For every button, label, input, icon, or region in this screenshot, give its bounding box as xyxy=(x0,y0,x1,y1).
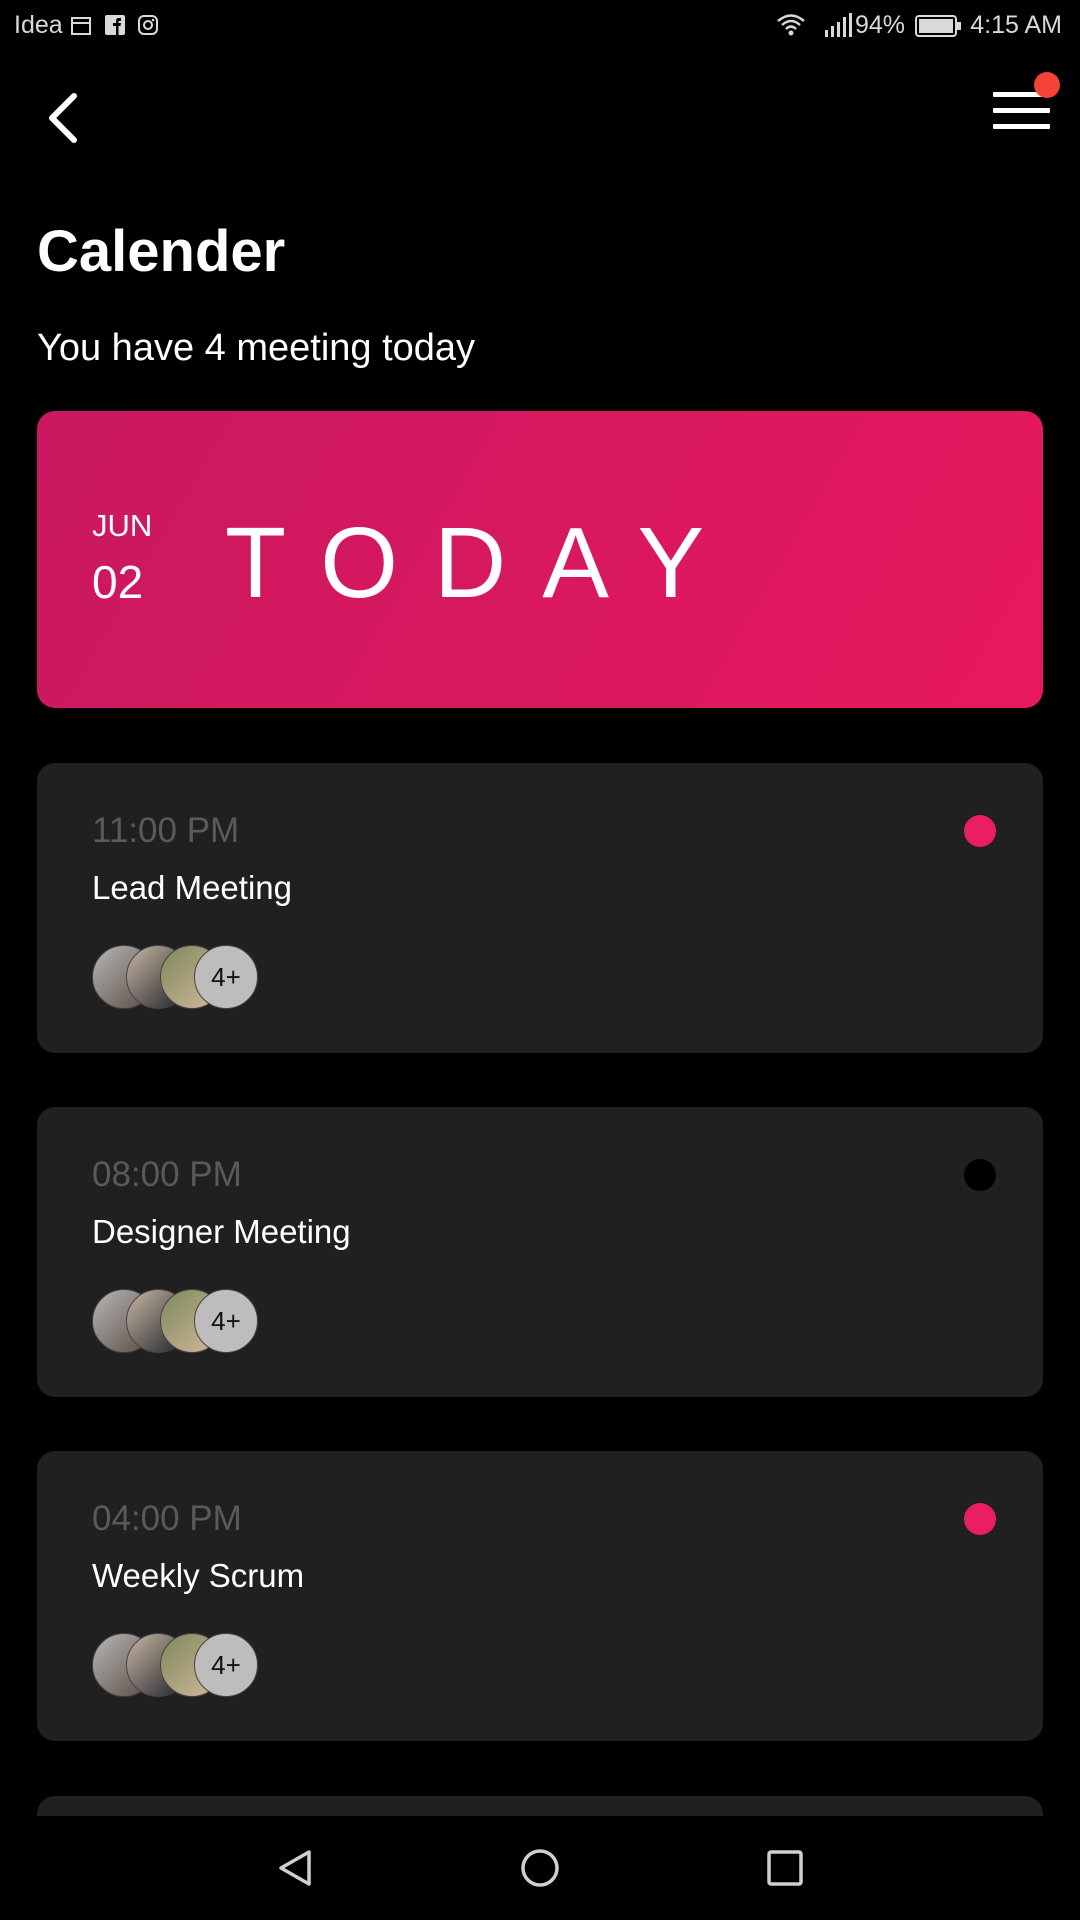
today-day: 02 xyxy=(92,556,144,608)
notification-badge xyxy=(1034,72,1060,98)
instagram-icon xyxy=(138,15,158,35)
back-arrow-icon xyxy=(49,93,77,143)
today-label: TODAY xyxy=(225,507,741,619)
meeting-title: Lead Meeting xyxy=(92,869,292,906)
meeting-status-dot xyxy=(964,1159,996,1191)
system-home-button[interactable] xyxy=(510,1838,570,1898)
battery-percentage: 94% xyxy=(855,11,906,39)
meeting-time: 04:00 PM xyxy=(92,1499,242,1538)
meeting-card[interactable]: 08:00 PM Designer Meeting 4+ xyxy=(37,1107,1043,1397)
meeting-count-subtitle: You have 4 meeting today xyxy=(37,327,476,369)
calendar-notification-icon xyxy=(71,17,91,35)
meeting-card[interactable]: 11:00 PM Lead Meeting 4+ xyxy=(37,763,1043,1053)
meeting-title: Weekly Scrum xyxy=(92,1557,305,1594)
meeting-card[interactable]: 04:00 PM Weekly Scrum 4+ xyxy=(37,1451,1043,1741)
system-recents-button[interactable] xyxy=(755,1838,815,1898)
meeting-status-dot xyxy=(964,1503,996,1535)
attendee-avatars[interactable]: 4+ xyxy=(92,1633,262,1697)
meeting-card-partial[interactable] xyxy=(37,1796,1043,1816)
more-attendees-badge: 4+ xyxy=(194,1289,258,1353)
today-month: JUN xyxy=(92,508,153,543)
battery-icon xyxy=(915,15,961,37)
today-banner[interactable]: JUN 02 TODAY xyxy=(37,411,1043,708)
system-back-button[interactable] xyxy=(265,1838,325,1898)
meeting-title: Designer Meeting xyxy=(92,1213,351,1250)
back-button[interactable] xyxy=(40,88,90,148)
clock: 4:15 AM xyxy=(970,11,1062,39)
facebook-icon xyxy=(105,15,125,35)
square-recents-icon xyxy=(767,1850,803,1886)
more-attendees-badge: 4+ xyxy=(194,1633,258,1697)
triangle-back-icon xyxy=(279,1850,311,1886)
circle-home-icon xyxy=(521,1849,559,1887)
page-title: Calender xyxy=(37,219,286,284)
more-attendees-badge: 4+ xyxy=(194,945,258,1009)
meeting-time: 08:00 PM xyxy=(92,1155,242,1194)
system-navigation-bar xyxy=(0,1816,1080,1920)
status-bar: Idea 94% 4:15 AM xyxy=(0,0,1080,54)
meeting-status-dot xyxy=(964,815,996,847)
wifi-icon xyxy=(777,14,805,36)
meeting-time: 11:00 PM xyxy=(92,811,240,850)
signal-icon xyxy=(825,13,852,37)
carrier-name: Idea xyxy=(14,11,63,39)
attendee-avatars[interactable]: 4+ xyxy=(92,1289,262,1353)
attendee-avatars[interactable]: 4+ xyxy=(92,945,262,1009)
